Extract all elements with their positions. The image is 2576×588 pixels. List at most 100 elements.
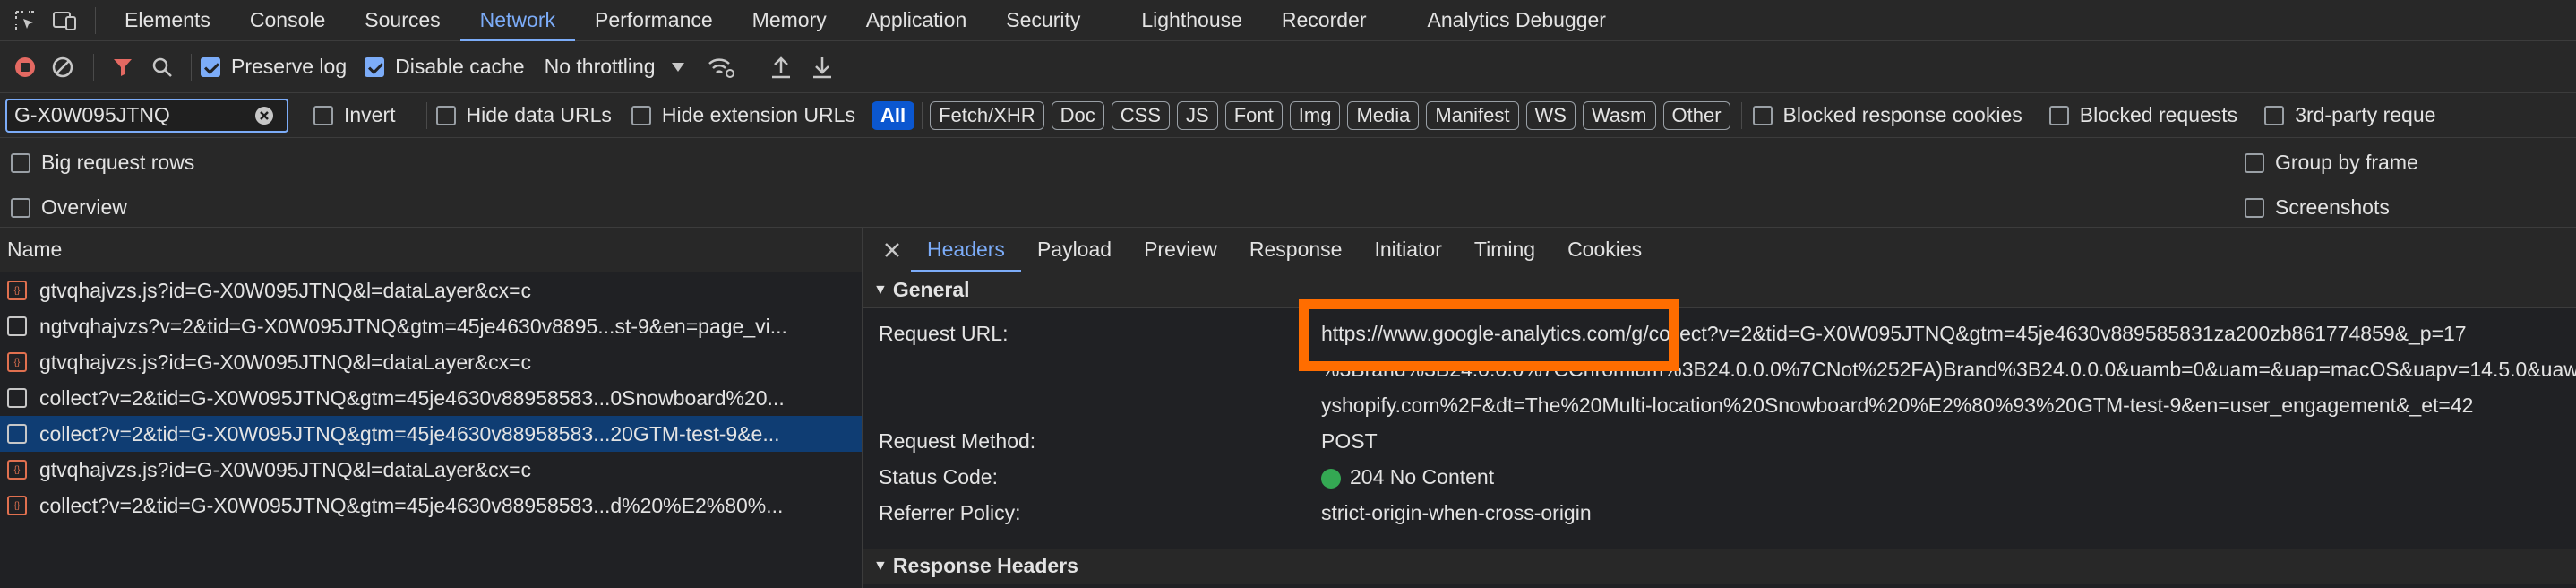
tab-initiator[interactable]: Initiator	[1358, 228, 1457, 272]
tab-preview[interactable]: Preview	[1128, 228, 1233, 272]
tab-performance[interactable]: Performance	[575, 0, 733, 41]
blocked-requests-label: Blocked requests	[2079, 103, 2238, 126]
group-by-frame-checkbox[interactable]	[2245, 152, 2264, 173]
table-row[interactable]: {} gtvqhajvzs.js?id=G-X0W095JTNQ&l=dataLa…	[0, 452, 862, 488]
invert-checkbox[interactable]	[313, 105, 333, 125]
status-code-text: 204 No Content	[1350, 465, 1495, 489]
screenshots-checkbox[interactable]	[2245, 197, 2264, 218]
type-filter-wasm[interactable]: Wasm	[1582, 100, 1656, 130]
referrer-policy-value: strict-origin-when-cross-origin	[1321, 501, 1592, 524]
response-headers-label: Response Headers	[892, 554, 1078, 577]
blocked-requests-checkbox[interactable]	[2048, 105, 2069, 125]
type-filter-doc[interactable]: Doc	[1051, 100, 1104, 130]
group-by-frame-option[interactable]: Group by frame	[2245, 151, 2418, 175]
export-har-icon[interactable]	[802, 56, 843, 79]
divider	[1740, 101, 1742, 129]
third-party-checkbox[interactable]	[2264, 105, 2285, 125]
screenshots-label: Screenshots	[2275, 195, 2390, 219]
type-filter-font[interactable]: Font	[1224, 100, 1283, 130]
blocked-cookies-checkbox[interactable]	[1752, 105, 1773, 125]
inspect-element-icon[interactable]	[7, 9, 43, 32]
clear-icon[interactable]	[41, 56, 84, 79]
type-filter-js[interactable]: JS	[1177, 100, 1218, 130]
table-row[interactable]: {} gtvqhajvzs.js?id=G-X0W095JTNQ&l=dataLa…	[0, 344, 862, 380]
filter-input-box[interactable]	[5, 98, 288, 133]
preserve-log-label: Preserve log	[231, 55, 348, 78]
tab-response[interactable]: Response	[1233, 228, 1359, 272]
network-conditions-icon[interactable]	[700, 56, 742, 78]
type-filter-img[interactable]: Img	[1289, 100, 1341, 130]
tab-payload[interactable]: Payload	[1021, 228, 1128, 272]
table-row[interactable]: {} collect?v=2&tid=G-X0W095JTNQ&gtm=45je4…	[0, 488, 862, 523]
big-rows-label: Big request rows	[41, 151, 195, 174]
tab-console[interactable]: Console	[230, 0, 345, 41]
tab-application[interactable]: Application	[846, 0, 987, 41]
overview-label: Overview	[41, 195, 127, 219]
tab-headers[interactable]: Headers	[911, 228, 1021, 272]
device-toolbar-icon[interactable]	[43, 9, 86, 32]
type-filter-other[interactable]: Other	[1662, 100, 1730, 130]
tab-sources[interactable]: Sources	[345, 0, 459, 41]
overview-option[interactable]: Overview	[11, 195, 127, 220]
script-icon: {}	[7, 352, 27, 372]
type-filter-manifest[interactable]: Manifest	[1426, 100, 1519, 130]
network-main: Name {} gtvqhajvzs.js?id=G-X0W095JTNQ&l=d…	[0, 228, 2576, 588]
general-section-header[interactable]: ▼ General	[863, 272, 2576, 308]
type-filter-fetch-xhr[interactable]: Fetch/XHR	[930, 100, 1044, 130]
overview-checkbox[interactable]	[11, 197, 30, 218]
tab-lighthouse[interactable]: Lighthouse	[1121, 0, 1262, 41]
tab-security[interactable]: Security	[986, 0, 1100, 41]
divider	[191, 53, 192, 81]
status-code-label: Status Code:	[879, 465, 998, 489]
chevron-down-icon[interactable]	[656, 62, 700, 73]
close-icon[interactable]	[879, 241, 906, 259]
tab-elements[interactable]: Elements	[105, 0, 230, 41]
response-headers-section-header[interactable]: ▼ Response Headers	[863, 549, 2576, 584]
preserve-log-checkbox[interactable]	[201, 56, 220, 77]
details-tabbar: Headers Payload Preview Response Initiat…	[863, 228, 2576, 272]
filter-icon[interactable]	[103, 56, 142, 78]
network-toolbar: Preserve log Disable cache No throttling	[0, 41, 2576, 93]
name-column-header[interactable]: Name	[0, 228, 862, 272]
referrer-policy-label: Referrer Policy:	[879, 501, 1021, 524]
hide-extension-urls-label: Hide extension URLs	[661, 103, 855, 126]
table-row[interactable]: {} gtvqhajvzs.js?id=G-X0W095JTNQ&l=dataLa…	[0, 272, 862, 308]
screenshots-option[interactable]: Screenshots	[2245, 195, 2390, 220]
tab-network[interactable]: Network	[459, 0, 575, 41]
table-row[interactable]: ngtvqhajvzs?v=2&tid=G-X0W095JTNQ&gtm=45j…	[0, 308, 862, 344]
disable-cache-label: Disable cache	[395, 55, 525, 78]
big-rows-checkbox[interactable]	[11, 152, 30, 173]
tab-memory[interactable]: Memory	[733, 0, 846, 41]
record-stop-icon[interactable]	[9, 56, 41, 79]
table-row[interactable]: collect?v=2&tid=G-X0W095JTNQ&gtm=45je463…	[0, 416, 862, 452]
throttling-select[interactable]: No throttling	[545, 55, 656, 79]
table-row[interactable]: collect?v=2&tid=G-X0W095JTNQ&gtm=45je463…	[0, 380, 862, 416]
big-rows-option[interactable]: Big request rows	[11, 151, 194, 175]
type-filter-ws[interactable]: WS	[1525, 100, 1576, 130]
document-icon	[7, 388, 27, 408]
type-filter-css[interactable]: CSS	[1111, 100, 1171, 130]
script-icon: {}	[7, 281, 27, 300]
tab-cookies[interactable]: Cookies	[1551, 228, 1658, 272]
expand-triangle-icon: ▼	[873, 558, 888, 574]
clear-filter-icon[interactable]	[254, 106, 274, 125]
divider	[95, 6, 96, 34]
script-icon: {}	[7, 460, 27, 480]
request-name: collect?v=2&tid=G-X0W095JTNQ&gtm=45je463…	[39, 421, 780, 445]
request-name: collect?v=2&tid=G-X0W095JTNQ&gtm=45je463…	[39, 493, 784, 517]
tab-analytics-debugger[interactable]: Analytics Debugger	[1408, 0, 1626, 41]
hide-data-urls-checkbox[interactable]	[435, 105, 456, 125]
search-icon[interactable]	[142, 56, 182, 78]
hide-extension-urls-checkbox[interactable]	[631, 105, 651, 125]
type-filter-all[interactable]: All	[871, 100, 915, 130]
disable-cache-checkbox[interactable]	[365, 56, 385, 77]
url-highlight-box	[1299, 299, 1679, 371]
divider	[922, 101, 923, 129]
import-har-icon[interactable]	[760, 56, 802, 79]
request-url-label: Request URL:	[879, 322, 1009, 345]
options-bar: Big request rows Overview Group by frame…	[0, 138, 2576, 228]
tab-timing[interactable]: Timing	[1458, 228, 1551, 272]
tab-recorder[interactable]: Recorder	[1262, 0, 1387, 41]
type-filter-media[interactable]: Media	[1347, 100, 1420, 130]
filter-input[interactable]	[13, 102, 254, 128]
